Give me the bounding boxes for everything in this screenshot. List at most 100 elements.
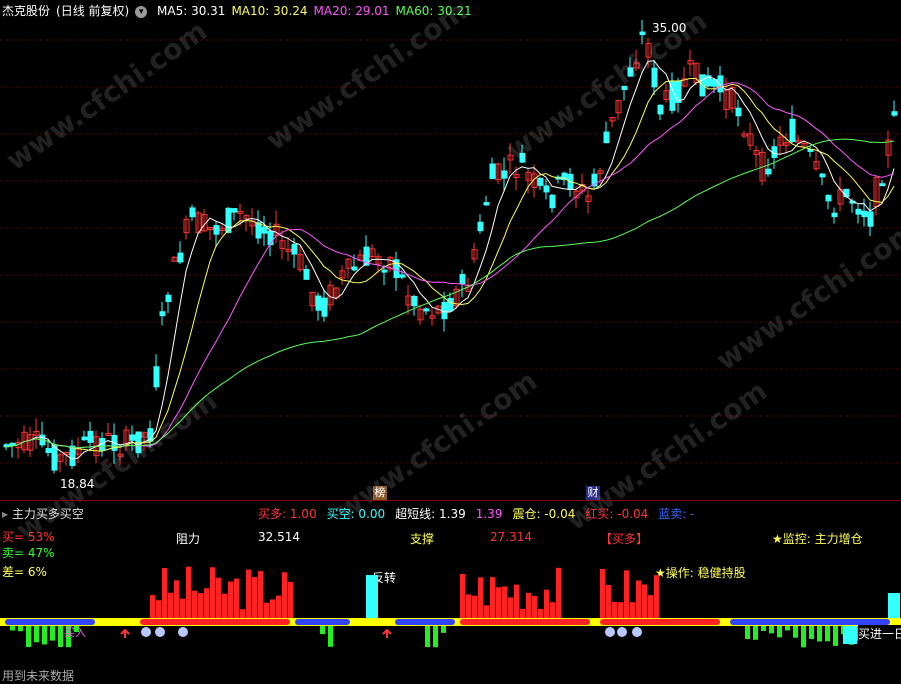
volume-bar-green bbox=[769, 626, 774, 634]
candle-body bbox=[855, 208, 862, 215]
volume-bar-green bbox=[753, 626, 758, 640]
volume-bar-red bbox=[288, 581, 293, 618]
volume-bar-red bbox=[466, 594, 471, 618]
face-icon bbox=[178, 627, 188, 637]
ma-legend-item: MA10: 30.24 bbox=[231, 4, 308, 18]
volume-bar-green bbox=[320, 626, 325, 635]
candle-body bbox=[459, 274, 466, 285]
volume-bar-red bbox=[180, 598, 185, 618]
volume-bar-red bbox=[490, 577, 495, 618]
volume-bar-red bbox=[210, 567, 215, 618]
volume-bar-red bbox=[460, 573, 465, 618]
candle-body bbox=[825, 194, 832, 202]
volume-bar-green bbox=[26, 626, 31, 648]
signal-segment bbox=[395, 619, 455, 625]
candle-body bbox=[411, 295, 418, 307]
candle-body bbox=[447, 297, 454, 312]
buy-in-label: 买入 bbox=[64, 626, 86, 639]
volume-bar-green bbox=[328, 626, 333, 647]
candle-body bbox=[399, 274, 406, 278]
candle-body bbox=[81, 436, 88, 441]
stock-name[interactable]: 杰克股份 bbox=[2, 4, 50, 18]
volume-bar-green bbox=[817, 626, 822, 642]
indicator-item: 超短线: 1.39 bbox=[395, 507, 466, 521]
candle-body bbox=[477, 221, 484, 232]
volume-bar-red bbox=[258, 571, 263, 618]
candle-body bbox=[483, 202, 490, 206]
candle-body bbox=[501, 170, 508, 179]
volume-bar-green bbox=[825, 626, 830, 642]
volume-bar-red bbox=[252, 577, 257, 618]
candle-body bbox=[303, 269, 310, 280]
candle-body bbox=[639, 31, 646, 36]
volume-bar-green bbox=[785, 626, 790, 631]
volume-bar-red bbox=[150, 595, 155, 618]
ma-legend-item: MA20: 29.01 bbox=[313, 4, 390, 18]
volume-bar-red bbox=[216, 577, 221, 618]
volume-bar-red bbox=[550, 602, 555, 618]
volume-bar-green bbox=[58, 626, 63, 647]
candle-body bbox=[351, 266, 358, 271]
volume-bar-red bbox=[276, 595, 281, 618]
face-icon bbox=[605, 627, 615, 637]
candle-body bbox=[423, 308, 430, 312]
volume-bar-red bbox=[600, 568, 605, 618]
signal-segment bbox=[295, 619, 350, 625]
volume-bar-red bbox=[484, 605, 489, 618]
volume-bar-red bbox=[502, 586, 507, 618]
candle-body bbox=[819, 173, 826, 178]
candle-body bbox=[879, 183, 886, 187]
volume-bar-red bbox=[630, 602, 635, 618]
candle-body bbox=[321, 297, 328, 317]
candle-body bbox=[255, 222, 262, 239]
indicator-item: 买多: 1.00 bbox=[258, 507, 317, 521]
candle-body bbox=[765, 168, 772, 175]
candle-body bbox=[69, 445, 76, 467]
volume-bar-red bbox=[192, 590, 197, 618]
volume-bar-red bbox=[642, 584, 647, 618]
candle-body bbox=[549, 194, 556, 209]
volume-bar-green bbox=[10, 626, 15, 631]
period-label[interactable]: (日线 前复权) bbox=[56, 4, 129, 18]
candle-body bbox=[9, 442, 16, 446]
settings-dropdown-icon[interactable]: ▾ bbox=[135, 5, 148, 18]
sub-panel-title[interactable]: 主力买多买空 bbox=[12, 507, 84, 521]
volume-bar-red bbox=[508, 597, 513, 618]
candle-body bbox=[441, 301, 448, 320]
volume-bar-red bbox=[234, 578, 239, 618]
volume-bar-red bbox=[624, 570, 629, 618]
volume-bar-green bbox=[18, 626, 23, 632]
signal-segment bbox=[460, 619, 590, 625]
volume-bar-green bbox=[745, 626, 750, 639]
candle-body bbox=[603, 131, 610, 144]
up-arrow-icon bbox=[120, 628, 130, 638]
volume-bar-red bbox=[532, 595, 537, 618]
volume-bar-red bbox=[544, 589, 549, 618]
indicator-item: 红买: -0.04 bbox=[585, 507, 649, 521]
face-icon bbox=[155, 627, 165, 637]
panel-divider[interactable] bbox=[0, 500, 901, 501]
sub-panel-dropdown-icon[interactable]: ▸ bbox=[2, 507, 8, 521]
face-icon bbox=[141, 627, 151, 637]
volume-bar-red bbox=[246, 569, 251, 618]
candle-body bbox=[843, 188, 850, 197]
volume-bar-green bbox=[833, 626, 838, 646]
volume-bar-green bbox=[441, 626, 446, 633]
candle-body bbox=[51, 445, 58, 471]
candle-body bbox=[789, 118, 796, 143]
volume-bar-red bbox=[618, 602, 623, 618]
face-icon bbox=[632, 627, 642, 637]
candle-body bbox=[861, 210, 868, 218]
volume-bar-cyan bbox=[843, 626, 857, 644]
volume-bar-red bbox=[198, 593, 203, 618]
indicator-chart[interactable] bbox=[0, 520, 901, 670]
volume-bar-red bbox=[186, 566, 191, 618]
volume-bar-red bbox=[478, 577, 483, 618]
volume-bar-green bbox=[50, 626, 55, 641]
volume-bar-green bbox=[433, 626, 438, 648]
indicator-item: 买空: 0.00 bbox=[326, 507, 386, 521]
chart-header: 杰克股份 (日线 前复权) ▾ MA5: 30.31 MA10: 30.24 MA20:… bbox=[2, 2, 484, 20]
candle-body bbox=[543, 185, 550, 193]
volume-bar-red bbox=[556, 567, 561, 618]
candle-body bbox=[261, 226, 268, 234]
